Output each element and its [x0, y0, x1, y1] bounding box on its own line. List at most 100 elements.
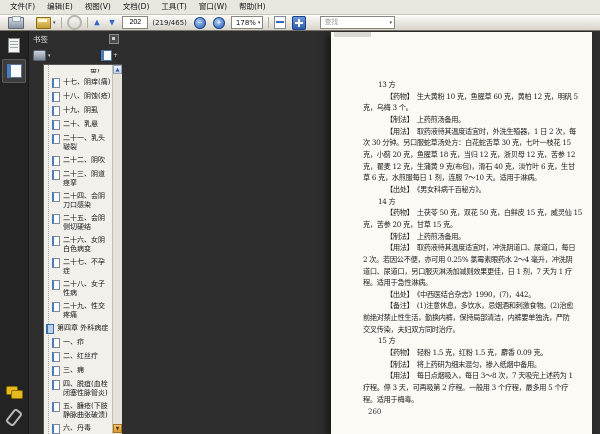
bookmark-page-icon	[52, 380, 60, 390]
previous-page-button[interactable]: ▲	[93, 16, 102, 29]
scroll-down-button[interactable]: ▼	[113, 424, 122, 433]
email-button[interactable]: ▾	[24, 16, 56, 29]
bookmark-item[interactable]: 二十一、乳头皲裂	[52, 134, 113, 152]
bookmarks-tree: 垂) 十七、阴痒(痛) 十八、阴蚀(疮) 十九、阴虱 二十、乳悬 二十一、乳头皲…	[43, 64, 122, 434]
document-text-line: 【用法】 每日点烟吸入，每日 3～8 次，7 天吸完上述药为 1	[386, 371, 573, 381]
menu-item[interactable]: 视图(V)	[79, 0, 117, 14]
bookmark-page-icon	[52, 78, 60, 88]
bookmark-item[interactable]: 二十四、会阴刀口感染	[52, 192, 113, 210]
bookmarks-tab[interactable]	[2, 59, 26, 83]
menu-item[interactable]: 窗口(W)	[193, 0, 233, 14]
scroll-up-button[interactable]: ▲	[113, 65, 122, 74]
bookmark-page-icon	[52, 214, 60, 224]
menu-item[interactable]: 文件(F)	[4, 0, 41, 14]
panel-header: 书签	[29, 31, 122, 47]
document-text-line: 草 6 克，水煎服每日 1 剂，连服 7～10 天。适用于淋病。	[363, 173, 541, 183]
bookmark-item[interactable]: 二十五、会阴侧切硬结	[52, 214, 113, 232]
panel-toolbar: ▾ +	[29, 47, 122, 64]
bookmarks-icon	[6, 64, 22, 78]
print-button[interactable]	[8, 15, 24, 29]
bookmark-item[interactable]: 十七、阴痒(痛)	[52, 78, 113, 88]
menu-item[interactable]: 文档(D)	[117, 0, 156, 14]
bookmark-item[interactable]: 二十二、阴吹	[52, 156, 113, 166]
bookmark-label: 二、红丝疔	[63, 352, 98, 360]
bookmark-label: 第四章 外科病症	[57, 324, 109, 332]
bookmark-item[interactable]: 二十六、女阴白色病变	[52, 236, 113, 254]
bookmark-item[interactable]: 二十七、不孕症	[52, 258, 113, 276]
bookmark-page-icon	[46, 324, 54, 334]
panel-title: 书签	[33, 34, 48, 44]
bookmark-item[interactable]: 六、丹毒	[52, 424, 113, 434]
next-page-button[interactable]: ▼	[107, 16, 116, 29]
bookmark-label: 五、臁疮(下肢静脉曲张破溃)	[63, 402, 108, 419]
zoom-in-button[interactable]: +	[212, 16, 225, 29]
document-text-line: 【出处】 《男女科病千百秘方》。	[386, 184, 486, 194]
bookmark-item[interactable]: 十九、阴虱	[52, 106, 113, 116]
pdf-reader-window: 文件(F) 编辑(E) 视图(V) 文档(D) 工具(T) 窗口(W) 帮助(H) ▾ ▲ …	[0, 0, 600, 434]
toolbar-divider	[60, 17, 62, 28]
bookmark-item[interactable]: 二十九、性交疼痛	[52, 302, 113, 320]
bookmark-label: 六、丹毒	[63, 424, 91, 432]
document-text-line: 道口、尿道口，另口服灭淋汤加减则效果更佳，日 1 剂，7 天为 1 疗	[363, 266, 572, 276]
bookmark-item[interactable]: 垂)	[90, 69, 113, 75]
expand-current-bookmark-button[interactable]: +	[100, 50, 118, 61]
menu-item[interactable]: 编辑(E)	[41, 0, 79, 14]
find-options-chevron-icon[interactable]: ▾	[389, 20, 392, 26]
bookmark-item[interactable]: 二、红丝疔	[52, 352, 113, 362]
bookmark-label: 二十二、阴吹	[63, 156, 105, 164]
menu-item[interactable]: 工具(T)	[155, 0, 192, 14]
chevron-down-icon: ▾	[53, 19, 56, 26]
document-text-line: 【出处】 《中西医结合杂志》1990，(7)，442。	[386, 289, 536, 299]
document-text-line: 13 方	[378, 80, 396, 89]
bookmark-item[interactable]: 二十、乳悬	[52, 120, 113, 130]
panel-menu-button[interactable]	[109, 34, 119, 44]
document-text-line: 14 方	[378, 196, 396, 206]
page-number-input[interactable]	[122, 16, 149, 29]
bookmark-page-icon	[52, 302, 60, 312]
comments-tab[interactable]	[3, 381, 25, 403]
bookmark-item[interactable]: 四、脱疽(血栓闭塞性脉管炎)	[52, 380, 113, 398]
bookmark-label: 二十五、会阴侧切硬结	[63, 214, 105, 231]
bookmarks-list: 垂) 十七、阴痒(痛) 十八、阴蚀(疮) 十九、阴虱 二十、乳悬 二十一、乳头皲…	[44, 65, 113, 434]
bookmark-options-button[interactable]: ▾	[33, 50, 51, 61]
navigation-rail	[0, 31, 29, 434]
bookmark-label: 二十三、阴道痉挛	[63, 170, 105, 187]
arrow-down-icon: ▼	[107, 17, 117, 27]
zoom-out-button[interactable]: −	[193, 16, 206, 29]
zoom-level-select[interactable]: 178% ▾	[230, 16, 264, 29]
bookmark-item[interactable]: 二十八、女子性病	[52, 280, 113, 298]
chevron-down-icon: ▾	[48, 52, 51, 59]
attachments-tab[interactable]	[3, 406, 25, 428]
bookmark-item[interactable]: 一、疖	[52, 338, 113, 348]
plus-icon: +	[112, 52, 118, 59]
pages-tab[interactable]	[3, 34, 25, 56]
toolbar-divider	[268, 17, 270, 28]
paperclip-icon	[4, 407, 24, 427]
bookmark-label: 三、痈	[63, 366, 84, 374]
email-icon	[36, 16, 51, 29]
bookmark-item[interactable]: 三、痈	[52, 366, 113, 376]
previous-view-button[interactable]	[66, 15, 82, 30]
page-count-label: (219/465)	[152, 18, 187, 27]
bookmark-item[interactable]: 第四章 外科病症	[46, 324, 113, 334]
bookmark-page-icon	[52, 280, 60, 290]
pages-icon	[8, 37, 20, 53]
bookmark-label: 一、疖	[63, 338, 84, 346]
find-input[interactable]	[321, 18, 388, 27]
options-icon	[33, 50, 46, 61]
document-text-line: 疗程。停 3 天，可再吸第 2 疗程。一般用 3 个疗程，最多用 5 个疗	[363, 383, 569, 393]
expand-bookmark-icon	[100, 50, 112, 61]
bookmark-label: 二十六、女阴白色病变	[63, 236, 105, 253]
bookmark-page-icon	[52, 352, 60, 362]
bookmarks-scrollbar[interactable]: ▲ ▼	[112, 65, 122, 434]
bookmark-label: 十七、阴痒(痛)	[63, 78, 111, 86]
fit-width-button[interactable]	[274, 16, 287, 29]
fullscreen-button[interactable]	[286, 15, 307, 30]
document-text-line: 【制法】 上药煎汤备用。	[386, 114, 466, 124]
bookmark-item[interactable]: 二十三、阴道痉挛	[52, 170, 113, 188]
workspace: 书签 ▾ + 垂) 十七、阴痒(痛) 十八、阴蚀(疮) 十九、阴虱 二十、乳悬 …	[0, 31, 600, 434]
menu-item[interactable]: 帮助(H)	[233, 0, 272, 14]
bookmark-item[interactable]: 五、臁疮(下肢静脉曲张破溃)	[52, 402, 113, 420]
bookmark-item[interactable]: 十八、阴蚀(疮)	[52, 92, 113, 102]
bookmark-label: 垂)	[90, 69, 100, 74]
